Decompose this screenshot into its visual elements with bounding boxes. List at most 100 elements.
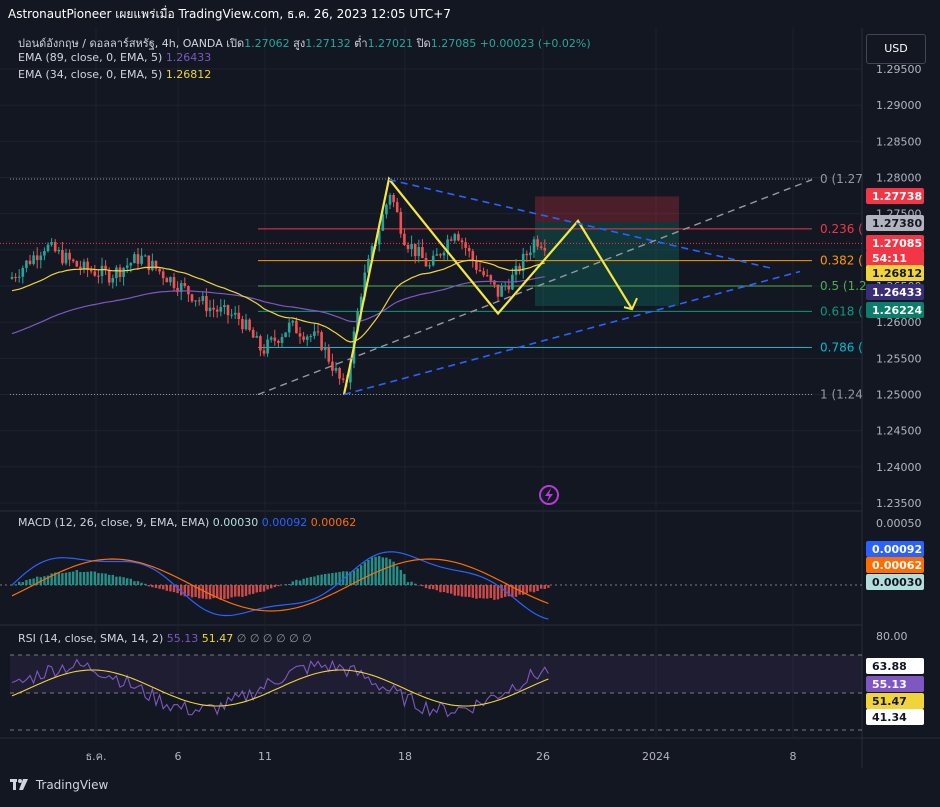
macd-hist-bar	[320, 575, 322, 585]
macd-hist-bar	[58, 572, 60, 585]
candle-body	[36, 255, 39, 260]
price-tag-text: 54:11	[872, 252, 907, 265]
macd-hist-value: 0.00030	[213, 516, 259, 529]
macd-hist-bar	[76, 570, 78, 585]
macd-hist-bar	[432, 585, 434, 589]
candle-body	[428, 265, 431, 266]
macd-hist-bar	[500, 585, 502, 598]
macd-hist-bar	[346, 571, 348, 585]
candle-body	[122, 268, 125, 277]
macd-hist-bar	[443, 585, 445, 592]
macd-tag-text: 0.00062	[872, 559, 922, 572]
position-tool[interactable]	[535, 196, 679, 306]
candle-body	[486, 275, 489, 276]
low-value: 1.27021	[368, 37, 414, 50]
candle-body	[68, 253, 71, 260]
candle-body	[385, 205, 388, 215]
currency-button[interactable]: USD	[866, 34, 926, 64]
price-tag: 1.26433	[866, 284, 924, 300]
macd-hist-bar	[428, 585, 430, 589]
macd-hist-bar	[457, 585, 459, 596]
macd-hist-bar	[356, 568, 358, 585]
macd-hist-bar	[374, 557, 376, 585]
candle-body	[230, 315, 233, 316]
macd-hist-bar	[382, 557, 384, 585]
macd-hist-bar	[65, 573, 67, 585]
candle-body	[22, 268, 25, 277]
macd-hist-bar	[461, 585, 463, 597]
macd-hist-bar	[468, 585, 470, 597]
candle-body	[407, 245, 410, 249]
candle-body	[508, 286, 511, 290]
candle-body	[40, 256, 43, 261]
macd-hist-bar	[497, 585, 499, 599]
candle-body	[29, 261, 32, 264]
macd-hist-bar	[529, 585, 531, 592]
macd-hist-bar	[389, 559, 391, 585]
rsi-legend[interactable]: RSI (14, close, SMA, 14, 2) 55.13 51.47 …	[18, 632, 312, 645]
macd-hist-bar	[166, 585, 168, 591]
candle-body	[97, 276, 100, 277]
macd-hist-bar	[310, 577, 312, 585]
macd-hist-bar	[137, 581, 139, 585]
macd-hist-bar	[119, 576, 121, 585]
ema89-label: EMA (89, close, 0, EMA, 5)	[18, 51, 162, 64]
candle-body	[248, 320, 251, 330]
symbol-label[interactable]: ปอนด์อังกฤษ / ดอลลาร์สหรัฐ, 4h, OANDA	[18, 37, 223, 50]
candle-body	[11, 277, 14, 279]
macd-hist-bar	[151, 585, 153, 587]
macd-hist-bar	[364, 562, 366, 585]
tradingview-logo[interactable]: TradingView	[10, 778, 108, 792]
open-value: 1.27062	[244, 37, 290, 50]
rsi-tag: 63.88	[866, 658, 924, 674]
macd-hist-bar	[486, 585, 488, 599]
rsi-tag-text: 41.34	[872, 711, 907, 724]
candle-body	[450, 239, 453, 240]
candle-body	[342, 379, 345, 380]
macd-hist-bar	[227, 585, 229, 599]
candle-body	[335, 368, 338, 371]
macd-legend[interactable]: MACD (12, 26, close, 9, EMA, EMA) 0.0003…	[18, 516, 356, 529]
macd-hist-bar	[97, 573, 99, 585]
candle-body	[212, 308, 215, 310]
candle-body	[133, 254, 136, 263]
candle-body	[400, 212, 403, 234]
time-tick: 6	[175, 750, 182, 763]
macd-tag-text: 0.00030	[872, 576, 922, 589]
macd-hist-bar	[403, 574, 405, 585]
macd-hist-bar	[292, 581, 294, 585]
price-tick: 1.24500	[876, 425, 922, 438]
candle-body	[324, 347, 327, 350]
ema89-legend[interactable]: EMA (89, close, 0, EMA, 5) 1.26433	[18, 51, 211, 64]
candle-body	[540, 246, 543, 247]
price-tag-text: 1.26224	[872, 304, 922, 317]
macd-hist-bar	[515, 585, 517, 597]
candle-body	[295, 321, 298, 334]
macd-hist-bar	[115, 577, 117, 585]
price-tag: 1.27085	[866, 235, 924, 251]
candle-body	[241, 319, 244, 329]
candle-body	[119, 268, 122, 277]
ema34-legend[interactable]: EMA (34, close, 0, EMA, 5) 1.26812	[18, 68, 211, 81]
macd-hist-bar	[223, 585, 225, 599]
target-zone	[535, 222, 679, 306]
macd-tag-text: 0.00092	[872, 543, 922, 556]
candle-body	[414, 244, 417, 256]
candle-body	[198, 300, 201, 301]
price-tick: 1.26000	[876, 316, 922, 329]
candle-body	[454, 234, 457, 241]
candle-body	[58, 250, 61, 251]
macd-hist-bar	[472, 585, 474, 598]
macd-hist-bar	[263, 585, 265, 591]
change-value: +0.00023 (+0.02%)	[480, 37, 591, 50]
macd-hist-bar	[202, 585, 204, 599]
candle-body	[234, 313, 237, 315]
candle-body	[320, 332, 323, 350]
chart-stage[interactable]: 0 (1.270.236 (0.382 (0.5 (1.20.618 (0.78…	[0, 28, 940, 804]
macd-hist-bar	[18, 582, 20, 585]
candle-body	[65, 253, 68, 263]
chart-canvas[interactable]: 0 (1.270.236 (0.382 (0.5 (1.20.618 (0.78…	[0, 28, 940, 804]
macd-hist-bar	[130, 579, 132, 585]
candle-body	[500, 286, 503, 297]
candle-body	[270, 338, 273, 340]
